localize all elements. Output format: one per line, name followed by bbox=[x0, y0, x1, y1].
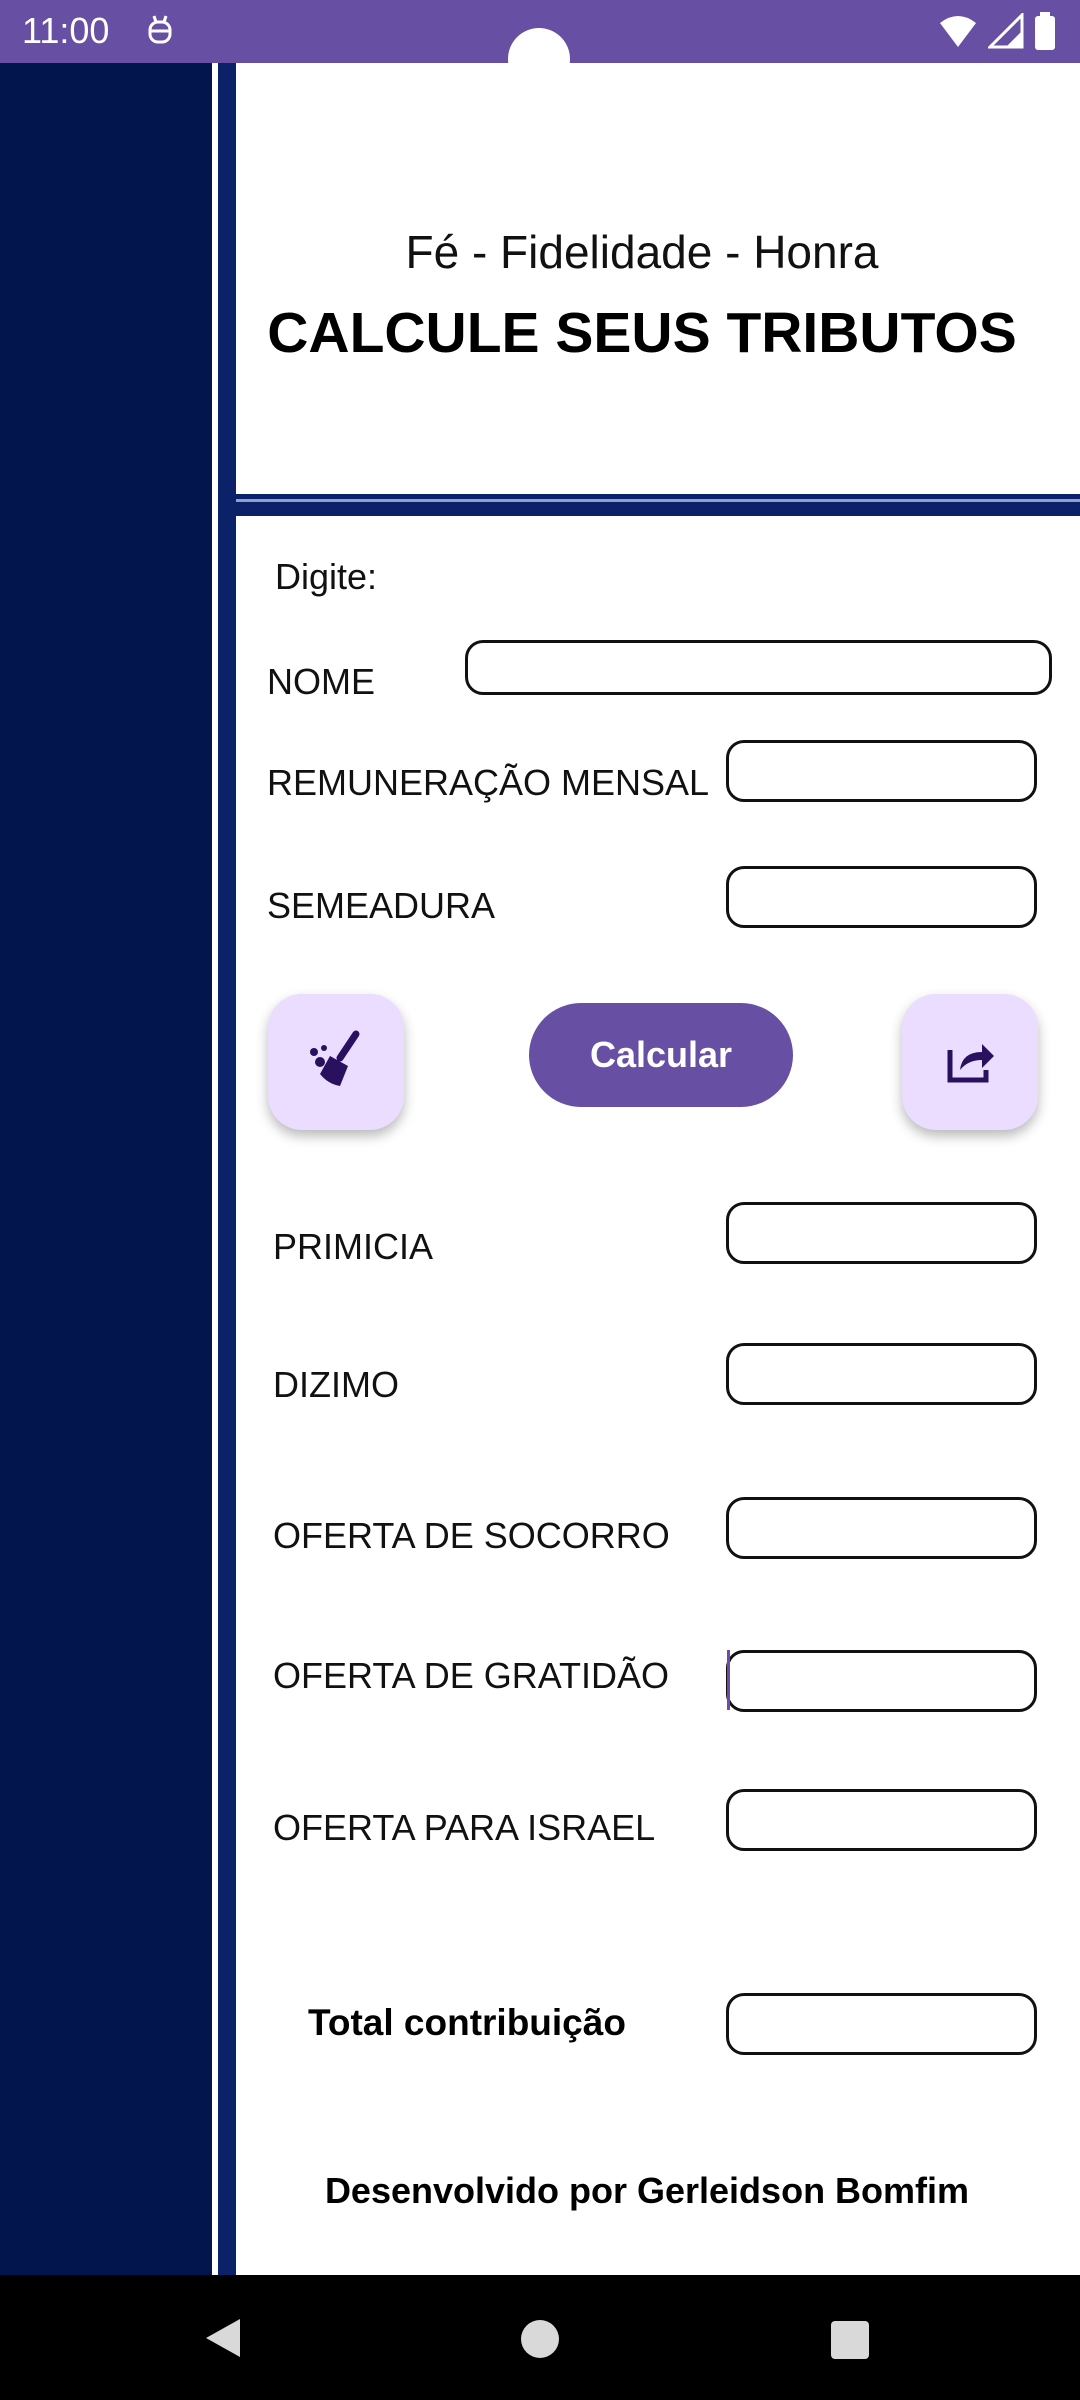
nav-bar bbox=[0, 2275, 1080, 2400]
semeadura-input[interactable] bbox=[726, 866, 1037, 928]
gratidao-output[interactable] bbox=[726, 1650, 1037, 1712]
dizimo-output[interactable] bbox=[726, 1343, 1037, 1405]
wifi-icon bbox=[938, 13, 978, 54]
gratidao-label: OFERTA DE GRATIDÃO bbox=[273, 1655, 670, 1696]
motto-text: Fé - Fidelidade - Honra bbox=[405, 226, 879, 278]
developer-credit: Desenvolvido por Gerleidson Bomfim bbox=[324, 2170, 970, 2211]
remuneracao-input[interactable] bbox=[726, 740, 1037, 802]
total-output[interactable] bbox=[726, 1993, 1037, 2055]
back-icon[interactable] bbox=[200, 2315, 246, 2366]
clear-button[interactable] bbox=[268, 994, 404, 1130]
share-icon bbox=[942, 1032, 998, 1093]
calculate-button[interactable]: Calcular bbox=[529, 1003, 793, 1107]
side-panel bbox=[0, 63, 212, 2275]
content-area bbox=[236, 63, 1080, 2275]
socorro-label: OFERTA DE SOCORRO bbox=[273, 1515, 670, 1556]
page-title: CALCULE SEUS TRIBUTOS bbox=[267, 301, 1017, 365]
text-cursor bbox=[727, 1650, 730, 1710]
header-separator bbox=[236, 494, 1080, 516]
status-time: 11:00 bbox=[22, 10, 110, 51]
semeadura-label: SEMEADURA bbox=[267, 885, 496, 926]
side-divider bbox=[218, 63, 236, 2275]
digite-prompt: Digite: bbox=[275, 556, 378, 597]
primicia-label: PRIMICIA bbox=[273, 1226, 434, 1267]
israel-label: OFERTA PARA ISRAEL bbox=[273, 1807, 656, 1848]
dizimo-label: DIZIMO bbox=[273, 1364, 399, 1405]
nome-label: NOME bbox=[267, 661, 375, 702]
recents-icon[interactable] bbox=[829, 2319, 871, 2366]
broom-icon bbox=[304, 1028, 368, 1097]
primicia-output[interactable] bbox=[726, 1202, 1037, 1264]
home-icon[interactable] bbox=[519, 2318, 561, 2365]
share-button[interactable] bbox=[902, 994, 1038, 1130]
signal-icon bbox=[986, 11, 1024, 54]
total-label: Total contribuição bbox=[308, 2002, 626, 2043]
nome-input[interactable] bbox=[465, 640, 1052, 695]
header-separator-highlight bbox=[236, 499, 1080, 502]
android-debug-icon bbox=[142, 12, 178, 48]
socorro-output[interactable] bbox=[726, 1497, 1037, 1559]
israel-output[interactable] bbox=[726, 1789, 1037, 1851]
battery-icon bbox=[1034, 12, 1056, 55]
remuneracao-label: REMUNERAÇÃO MENSAL bbox=[267, 762, 710, 803]
